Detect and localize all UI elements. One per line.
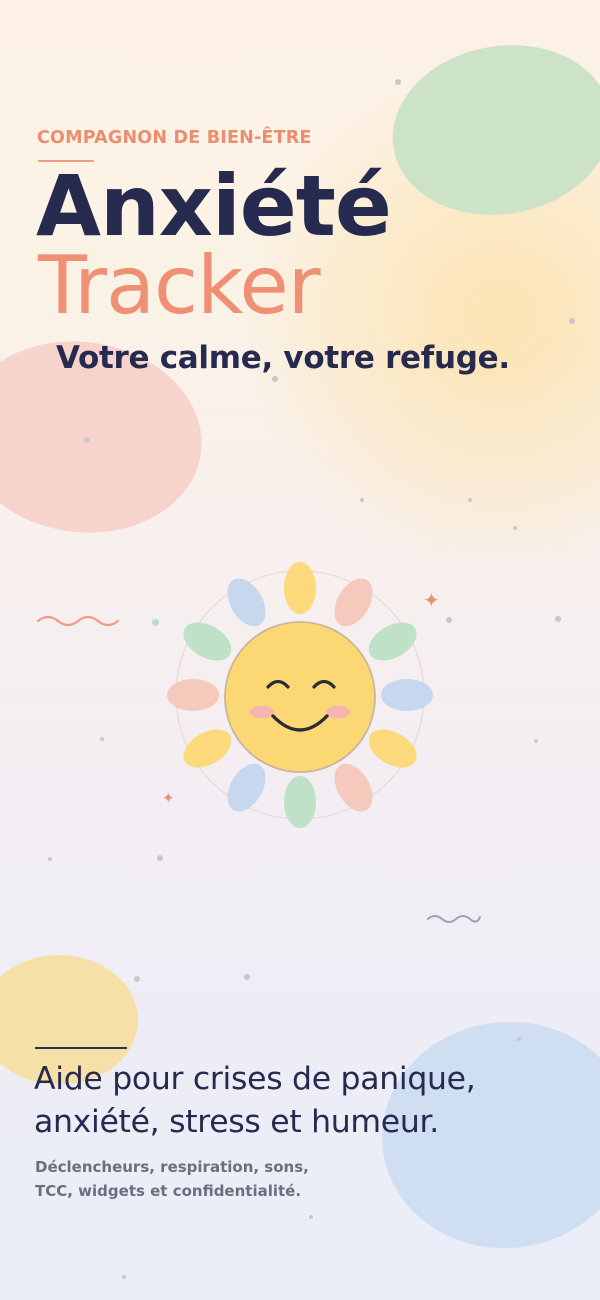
decor-dot <box>446 617 452 623</box>
headline-line: Aide pour crises de panique, <box>34 1061 476 1097</box>
decor-dot <box>309 1215 313 1219</box>
decor-dot <box>360 498 364 502</box>
squiggle-icon <box>36 615 120 627</box>
decor-dot <box>152 619 159 626</box>
decor-dot <box>468 498 472 502</box>
decor-dot <box>517 1037 521 1041</box>
feature-line: TCC, widgets et confidentialité. <box>35 1182 302 1200</box>
decor-dot <box>48 857 52 861</box>
decor-dot <box>534 739 538 743</box>
headline-line: anxiété, stress et humeur. <box>34 1104 440 1140</box>
decor-dot <box>395 79 401 85</box>
decor-dot <box>134 976 140 982</box>
decor-dot <box>122 1275 126 1279</box>
screen: ✦ ✦ COMPAGNON DE BIEN-ÊTRE Anxiété Track… <box>0 0 600 1300</box>
eyebrow-label: COMPAGNON DE BIEN-ÊTRE <box>37 128 312 148</box>
decor-dot <box>157 855 163 861</box>
decor-dot <box>555 616 561 622</box>
app-title-secondary: Tracker <box>38 239 321 332</box>
decor-dot <box>513 526 517 530</box>
feature-list: Déclencheurs, respiration, sons, TCC, wi… <box>35 1155 309 1203</box>
decor-dot <box>100 737 104 741</box>
decor-dot <box>569 318 575 324</box>
section-divider <box>35 1047 127 1049</box>
smiling-sun-icon <box>165 560 435 830</box>
app-title: Anxiété <box>36 157 392 255</box>
headline: Aide pour crises de panique, anxiété, st… <box>34 1058 476 1144</box>
decor-dot <box>84 437 90 443</box>
tagline: Votre calme, votre refuge. <box>56 340 510 376</box>
decor-dot <box>272 376 278 382</box>
decor-dot <box>244 974 250 980</box>
squiggle-icon <box>427 915 481 923</box>
feature-line: Déclencheurs, respiration, sons, <box>35 1158 309 1176</box>
